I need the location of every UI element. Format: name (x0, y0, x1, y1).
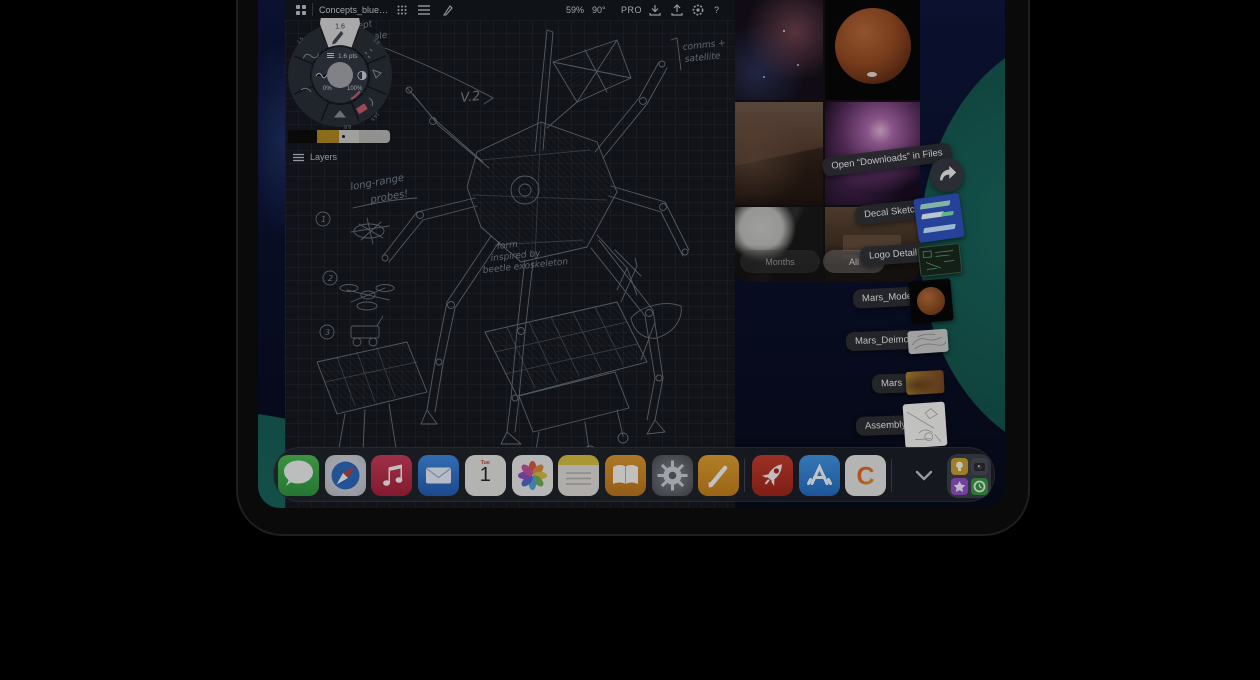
swatch-light-gray[interactable] (339, 130, 359, 143)
thumb-mars-model[interactable] (908, 278, 954, 324)
stroke-size-label: 1.6 pts (338, 53, 358, 60)
thumb-assembly[interactable] (903, 402, 948, 449)
dock-divider-2 (891, 459, 892, 492)
thumb-mars[interactable] (905, 370, 944, 395)
marker-3: 3 (325, 328, 330, 337)
swatch-black[interactable] (288, 130, 317, 143)
layers-label: Layers (310, 152, 337, 162)
dock-collapse-button[interactable] (909, 462, 939, 490)
color-preview-circle[interactable] (327, 62, 353, 88)
photos-flower-icon (512, 455, 553, 496)
dock-app-draw[interactable] (698, 455, 739, 496)
marker-2: 2 (328, 274, 333, 283)
annotation-version: V.2 (460, 89, 481, 106)
c-glyph: C (857, 463, 875, 491)
concepts-app-window[interactable]: Concepts_blue… 59% 90° PRO (285, 0, 735, 508)
rocket-icon (752, 455, 793, 496)
active-tool-size: 1.6 (335, 24, 345, 31)
mini-clock-icon (971, 478, 988, 495)
segment-months[interactable]: Months (740, 250, 820, 273)
books-icon (605, 455, 646, 496)
settings-gear-glyph (652, 455, 693, 496)
dock-app-library[interactable] (947, 454, 991, 498)
annotation-probes: probes! (369, 188, 410, 206)
mail-envelope-icon (418, 455, 459, 496)
messages-bubble-icon (278, 455, 319, 496)
dock-app-safari[interactable] (325, 455, 366, 496)
marker-1: 1 (321, 215, 326, 224)
photo-nebula[interactable] (735, 0, 823, 100)
photo-mars-globe[interactable] (825, 0, 920, 100)
mini-star-icon (951, 478, 968, 495)
mars-polar-cap (867, 72, 877, 77)
photo-mars-landscape[interactable] (735, 102, 823, 205)
dock-app-settings[interactable] (652, 455, 693, 496)
pen-icon (698, 455, 739, 496)
dock-app-books[interactable] (605, 455, 646, 496)
appstore-a-icon (799, 455, 840, 496)
stage: Concepts_blue… 59% 90° PRO (0, 0, 1260, 680)
forward-arrow-icon (934, 162, 960, 188)
dock-app-photos[interactable] (512, 455, 553, 496)
mini-tips-icon (951, 458, 968, 475)
layers-button[interactable]: Layers (293, 150, 337, 164)
mars-sphere (835, 8, 911, 84)
dock-app-calendar[interactable]: Tue 1 (465, 455, 506, 496)
thumb-logo-detail[interactable] (918, 243, 963, 277)
color-strip[interactable] (288, 130, 390, 143)
photos-app-window[interactable]: Months All (735, 0, 920, 282)
dock: Tue 1 (273, 447, 995, 502)
dock-app-messages[interactable] (278, 455, 319, 496)
annotation-satellite: satellite (684, 51, 721, 65)
tool-wheel[interactable]: 1.6 1.5 3.5 14.5 (285, 18, 395, 130)
dock-app-notes[interactable] (558, 455, 599, 496)
opacity-min: 0% (323, 86, 332, 92)
dock-app-concepts[interactable]: C (845, 455, 886, 496)
thumb-decal-sketches[interactable] (913, 193, 965, 243)
dock-app-music[interactable] (371, 455, 412, 496)
share-forward-button[interactable] (930, 158, 964, 192)
music-note-icon (371, 455, 412, 496)
swatch-gray[interactable] (359, 130, 390, 143)
ipad-screen: Concepts_blue… 59% 90° PRO (258, 0, 1005, 508)
concepts-c-icon: C (845, 455, 886, 496)
layers-menu-icon (293, 153, 304, 162)
chevron-down-icon (909, 462, 939, 490)
swatch-gold[interactable] (317, 130, 339, 143)
mini-camera-icon (971, 458, 988, 475)
swatch-selected-dot (342, 135, 345, 138)
safari-compass-icon (325, 455, 366, 496)
thumb-mars-deimos[interactable] (907, 329, 949, 355)
dock-app-mail[interactable] (418, 455, 459, 496)
dock-app-rocket[interactable] (752, 455, 793, 496)
calendar-day: 1 (465, 464, 506, 487)
opacity-max: 100% (347, 86, 363, 92)
dock-divider-1 (744, 459, 745, 492)
mini-mars-sphere (916, 286, 946, 316)
notes-icon (558, 455, 599, 496)
ring-size-4: 8.8 (344, 123, 352, 129)
dock-app-appstore[interactable] (799, 455, 840, 496)
